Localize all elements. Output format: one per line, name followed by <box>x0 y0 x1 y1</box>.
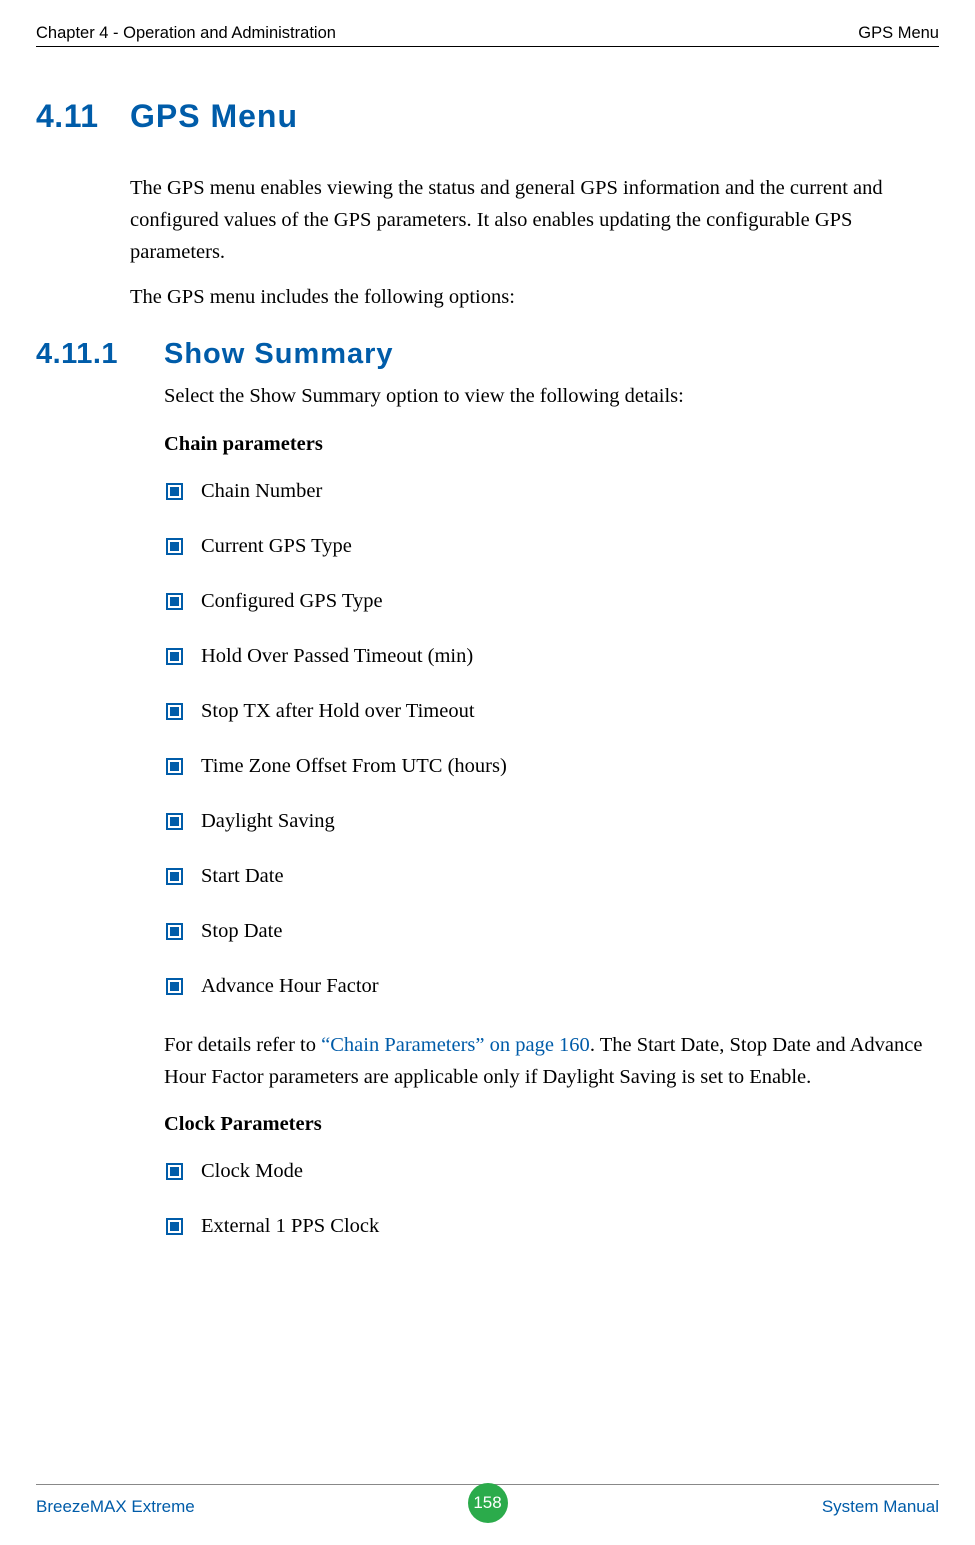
list-item: Stop TX after Hold over Timeout <box>166 700 939 723</box>
bullet-square-icon <box>166 703 183 720</box>
page-number: 158 <box>473 1493 501 1513</box>
list-item-label: Daylight Saving <box>201 810 335 833</box>
bullet-square-icon <box>166 868 183 885</box>
subsection-title: Show Summary <box>164 338 394 371</box>
body-block: Select the Show Summary option to view t… <box>164 381 939 1238</box>
bullet-square-icon <box>166 593 183 610</box>
list-item-label: Advance Hour Factor <box>201 975 379 998</box>
list-item: Configured GPS Type <box>166 590 939 613</box>
paragraph: Select the Show Summary option to view t… <box>164 381 939 413</box>
header-right: GPS Menu <box>858 24 939 43</box>
list-item: External 1 PPS Clock <box>166 1215 939 1238</box>
bullet-square-icon <box>166 648 183 665</box>
bullet-square-icon <box>166 483 183 500</box>
list-item: Advance Hour Factor <box>166 975 939 998</box>
bullet-square-icon <box>166 1218 183 1235</box>
paragraph: For details refer to “Chain Parameters” … <box>164 1030 939 1094</box>
bullet-square-icon <box>166 1163 183 1180</box>
list-item: Clock Mode <box>166 1160 939 1183</box>
list-item: Chain Number <box>166 480 939 503</box>
list-item: Hold Over Passed Timeout (min) <box>166 645 939 668</box>
running-header: Chapter 4 - Operation and Administration… <box>36 24 939 43</box>
bullet-square-icon <box>166 813 183 830</box>
group-heading-chain: Chain parameters <box>164 433 939 456</box>
list-item: Daylight Saving <box>166 810 939 833</box>
list-item-label: Clock Mode <box>201 1160 303 1183</box>
list-item: Stop Date <box>166 920 939 943</box>
header-rule <box>36 46 939 47</box>
section-title: GPS Menu <box>130 98 298 135</box>
section-heading: 4.11 GPS Menu <box>36 98 939 135</box>
list-item-label: Start Date <box>201 865 284 888</box>
header-left: Chapter 4 - Operation and Administration <box>36 24 336 43</box>
list-item: Current GPS Type <box>166 535 939 558</box>
footer-right: System Manual <box>822 1497 939 1517</box>
page-number-badge: 158 <box>468 1483 508 1523</box>
subsection-heading: 4.11.1 Show Summary <box>36 338 939 371</box>
list-item-label: Configured GPS Type <box>201 590 383 613</box>
list-item-label: Stop TX after Hold over Timeout <box>201 700 475 723</box>
footer-left: BreezeMAX Extreme <box>36 1497 195 1517</box>
list-item-label: Time Zone Offset From UTC (hours) <box>201 755 507 778</box>
group-heading-clock: Clock Parameters <box>164 1113 939 1136</box>
text: For details refer to <box>164 1034 321 1056</box>
list-item-label: External 1 PPS Clock <box>201 1215 379 1238</box>
bullet-square-icon <box>166 978 183 995</box>
subsection-number: 4.11.1 <box>36 338 164 371</box>
list-item-label: Stop Date <box>201 920 282 943</box>
bullet-square-icon <box>166 923 183 940</box>
bullet-square-icon <box>166 538 183 555</box>
bullet-square-icon <box>166 758 183 775</box>
paragraph: The GPS menu includes the following opti… <box>130 282 939 314</box>
paragraph: The GPS menu enables viewing the status … <box>130 173 939 268</box>
list-item-label: Current GPS Type <box>201 535 352 558</box>
content-area: 4.11 GPS Menu The GPS menu enables viewi… <box>36 70 939 1270</box>
list-item: Start Date <box>166 865 939 888</box>
list-item-label: Chain Number <box>201 480 322 503</box>
list-item: Time Zone Offset From UTC (hours) <box>166 755 939 778</box>
cross-reference-link[interactable]: “Chain Parameters” on page 160 <box>321 1034 590 1056</box>
section-number: 4.11 <box>36 98 130 135</box>
page: Chapter 4 - Operation and Administration… <box>0 0 975 1545</box>
list-item-label: Hold Over Passed Timeout (min) <box>201 645 473 668</box>
body-block: The GPS menu enables viewing the status … <box>130 173 939 314</box>
